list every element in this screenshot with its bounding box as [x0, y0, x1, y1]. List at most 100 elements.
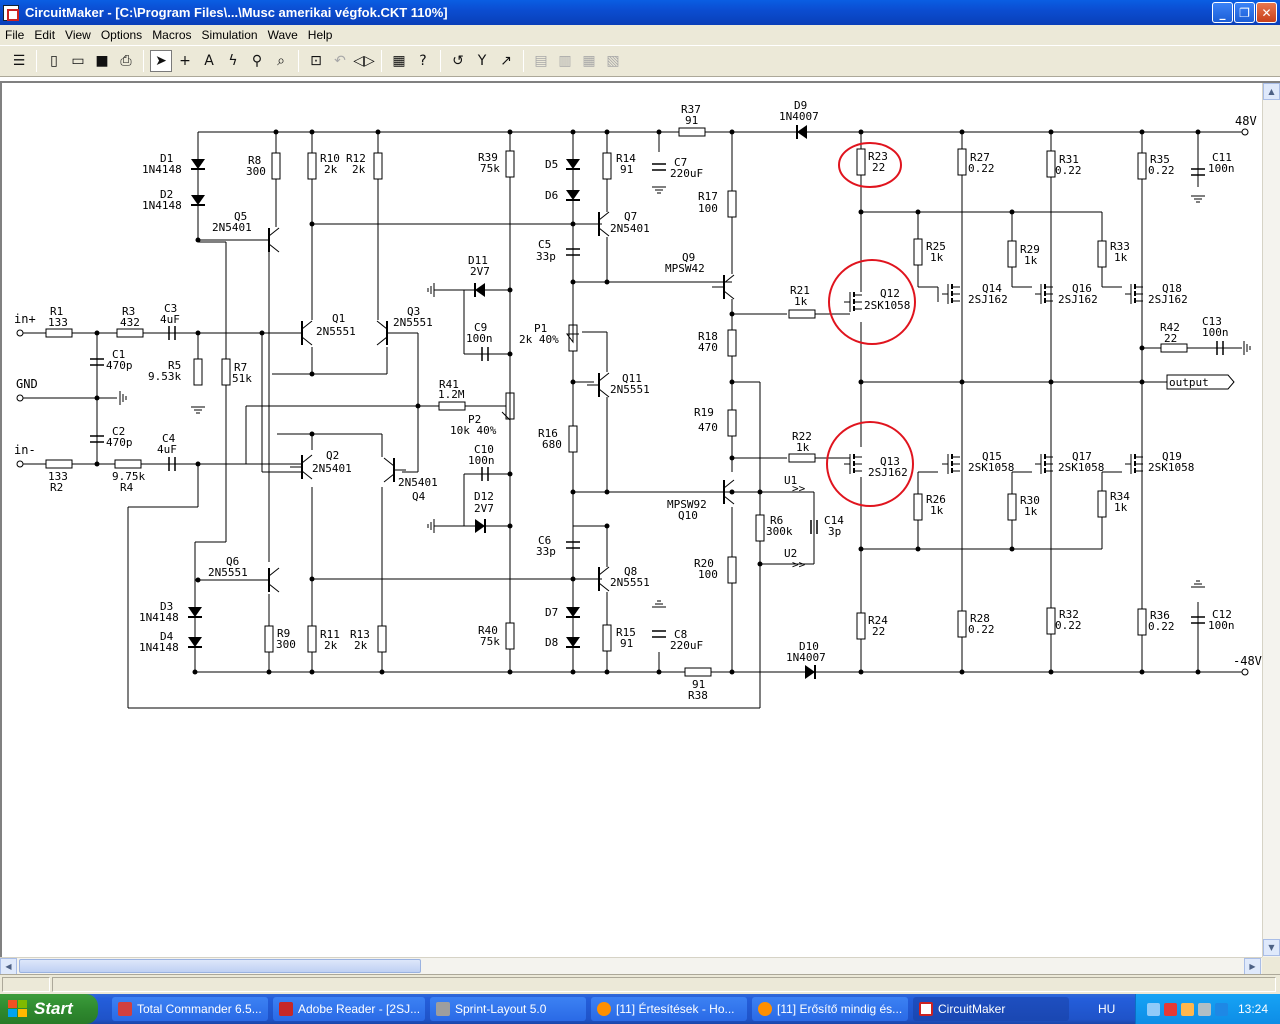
scroll-right-icon[interactable]: ▶: [1244, 958, 1261, 975]
language-indicator[interactable]: HU: [1098, 1002, 1115, 1016]
menu-help[interactable]: Help: [303, 28, 338, 42]
svg-text:1N4148: 1N4148: [139, 641, 179, 654]
rail-neg-label: -48V: [1233, 654, 1262, 668]
horizontal-scrollbar[interactable]: ◀ ▶: [0, 957, 1262, 975]
sprint-layout-icon: [436, 1002, 450, 1016]
close-button[interactable]: ✕: [1256, 2, 1277, 23]
diodes[interactable]: [187, 124, 816, 680]
toolbar-separator: [298, 50, 299, 72]
security-icon[interactable]: [1163, 1002, 1177, 1016]
windows-logo-icon: [8, 1000, 28, 1018]
zoom-tool-icon[interactable]: ⌕: [270, 50, 292, 72]
device-icon[interactable]: [1197, 1002, 1211, 1016]
volume-icon[interactable]: [1180, 1002, 1194, 1016]
task-firefox-2[interactable]: [11] Erősítő mindig és...: [752, 997, 908, 1021]
network-icon[interactable]: [1146, 1002, 1160, 1016]
svg-text:100n: 100n: [1202, 326, 1229, 339]
menu-options[interactable]: Options: [96, 28, 147, 42]
netlist-icon[interactable]: ▦: [388, 50, 410, 72]
probe-tool-icon[interactable]: ϟ: [222, 50, 244, 72]
window-tile-icon[interactable]: ▤: [530, 50, 552, 72]
clock[interactable]: 13:24: [1238, 1002, 1268, 1016]
restore-button[interactable]: ❐: [1234, 2, 1255, 23]
task-circuitmaker[interactable]: CircuitMaker: [913, 997, 1069, 1021]
task-firefox-1[interactable]: [11] Értesítések - Ho...: [591, 997, 747, 1021]
scroll-up-icon[interactable]: ▲: [1263, 83, 1280, 100]
svg-text:22: 22: [872, 161, 885, 174]
print-icon[interactable]: ⎙: [115, 50, 137, 72]
schematic-drawing[interactable]: output >> >> 48V -48V in+ GND in- R1133 …: [2, 83, 1262, 957]
svg-text:D6: D6: [545, 189, 558, 202]
system-tray: 13:24: [1135, 994, 1280, 1024]
svg-text:2N5551: 2N5551: [610, 576, 650, 589]
menu-simulation[interactable]: Simulation: [197, 28, 263, 42]
rail-pos-label: 48V: [1235, 114, 1257, 128]
taskbar: Start Total Commander 6.5... Adobe Reade…: [0, 994, 1280, 1024]
wire-tool-icon[interactable]: +: [174, 50, 196, 72]
new-file-icon[interactable]: ▯: [43, 50, 65, 72]
app-icon[interactable]: [3, 4, 19, 21]
task-adobe-reader[interactable]: Adobe Reader - [2SJ...: [273, 997, 425, 1021]
component-labels: 48V -48V in+ GND in- R1133 R2133 R3432 R…: [14, 99, 1262, 702]
save-icon[interactable]: ■: [91, 50, 113, 72]
task-sprint-layout[interactable]: Sprint-Layout 5.0: [430, 997, 586, 1021]
text-tool-icon[interactable]: A: [198, 50, 220, 72]
help-icon[interactable]: ?: [412, 50, 434, 72]
svg-text:2SK1058: 2SK1058: [1058, 461, 1104, 474]
vertical-scrollbar[interactable]: ▲ ▼: [1262, 83, 1280, 957]
svg-text:2SJ162: 2SJ162: [968, 293, 1008, 306]
total-commander-icon: [118, 1002, 132, 1016]
status-cell: [52, 977, 1276, 992]
svg-text:470p: 470p: [106, 359, 133, 372]
toolbar: ☰ ▯ ▭ ■ ⎙ ➤ + A ϟ ⚲ ⌕ ⊡ ↶ ◁▷ ▦ ? ↺ Y ↗ ▤…: [0, 45, 1280, 77]
svg-text:2N5401: 2N5401: [312, 462, 352, 475]
arrow-tool-icon[interactable]: ➤: [150, 50, 172, 72]
task-total-commander[interactable]: Total Commander 6.5...: [112, 997, 268, 1021]
menu-edit[interactable]: Edit: [29, 28, 60, 42]
svg-text:MPSW42: MPSW42: [665, 262, 705, 275]
minimize-button[interactable]: _: [1212, 2, 1233, 23]
delete-tool-icon[interactable]: ⚲: [246, 50, 268, 72]
horizontal-scroll-thumb[interactable]: [19, 959, 421, 973]
window-list-icon[interactable]: ▧: [602, 50, 624, 72]
start-button[interactable]: Start: [0, 994, 98, 1024]
menu-file[interactable]: File: [0, 28, 29, 42]
open-folder-icon[interactable]: ▭: [67, 50, 89, 72]
mirror-icon[interactable]: ◁▷: [353, 50, 375, 72]
svg-text:0.22: 0.22: [1055, 619, 1082, 632]
schematic-canvas[interactable]: output >> >> 48V -48V in+ GND in- R1 133 …: [0, 81, 1280, 957]
reset-icon[interactable]: ↺: [447, 50, 469, 72]
svg-text:1k: 1k: [1114, 251, 1128, 264]
svg-text:1N4148: 1N4148: [139, 611, 179, 624]
scroll-down-icon[interactable]: ▼: [1263, 939, 1280, 956]
capacitors[interactable]: [89, 163, 1224, 638]
parts-icon[interactable]: ☰: [8, 50, 30, 72]
run-icon[interactable]: ↗: [495, 50, 517, 72]
rotate-icon[interactable]: ↶: [329, 50, 351, 72]
svg-text:100n: 100n: [1208, 619, 1235, 632]
resistors[interactable]: [45, 127, 1188, 677]
svg-text:1k: 1k: [796, 441, 810, 454]
window-arrange-icon[interactable]: ▦: [578, 50, 600, 72]
svg-text:1k: 1k: [1024, 505, 1038, 518]
menu-wave[interactable]: Wave: [263, 28, 303, 42]
svg-text:MPSW92: MPSW92: [667, 498, 707, 511]
status-bar: [0, 974, 1280, 994]
title-bar: CircuitMaker - [C:\Program Files\...\Mus…: [0, 0, 1280, 25]
toolbar-separator: [523, 50, 524, 72]
scroll-left-icon[interactable]: ◀: [0, 958, 17, 975]
svg-text:2SJ162: 2SJ162: [868, 466, 908, 479]
zoom-fit-icon[interactable]: ⊡: [305, 50, 327, 72]
window-cascade-icon[interactable]: ▥: [554, 50, 576, 72]
bluetooth-icon[interactable]: [1214, 1002, 1228, 1016]
menu-view[interactable]: View: [60, 28, 96, 42]
svg-text:22: 22: [872, 625, 885, 638]
step-icon[interactable]: Y: [471, 50, 493, 72]
svg-text:1N4148: 1N4148: [142, 199, 182, 212]
svg-text:300: 300: [246, 165, 266, 178]
menu-macros[interactable]: Macros: [147, 28, 196, 42]
svg-text:300: 300: [276, 638, 296, 651]
svg-text:1.2M: 1.2M: [438, 388, 465, 401]
svg-text:D5: D5: [545, 158, 558, 171]
svg-text:91: 91: [685, 114, 698, 127]
